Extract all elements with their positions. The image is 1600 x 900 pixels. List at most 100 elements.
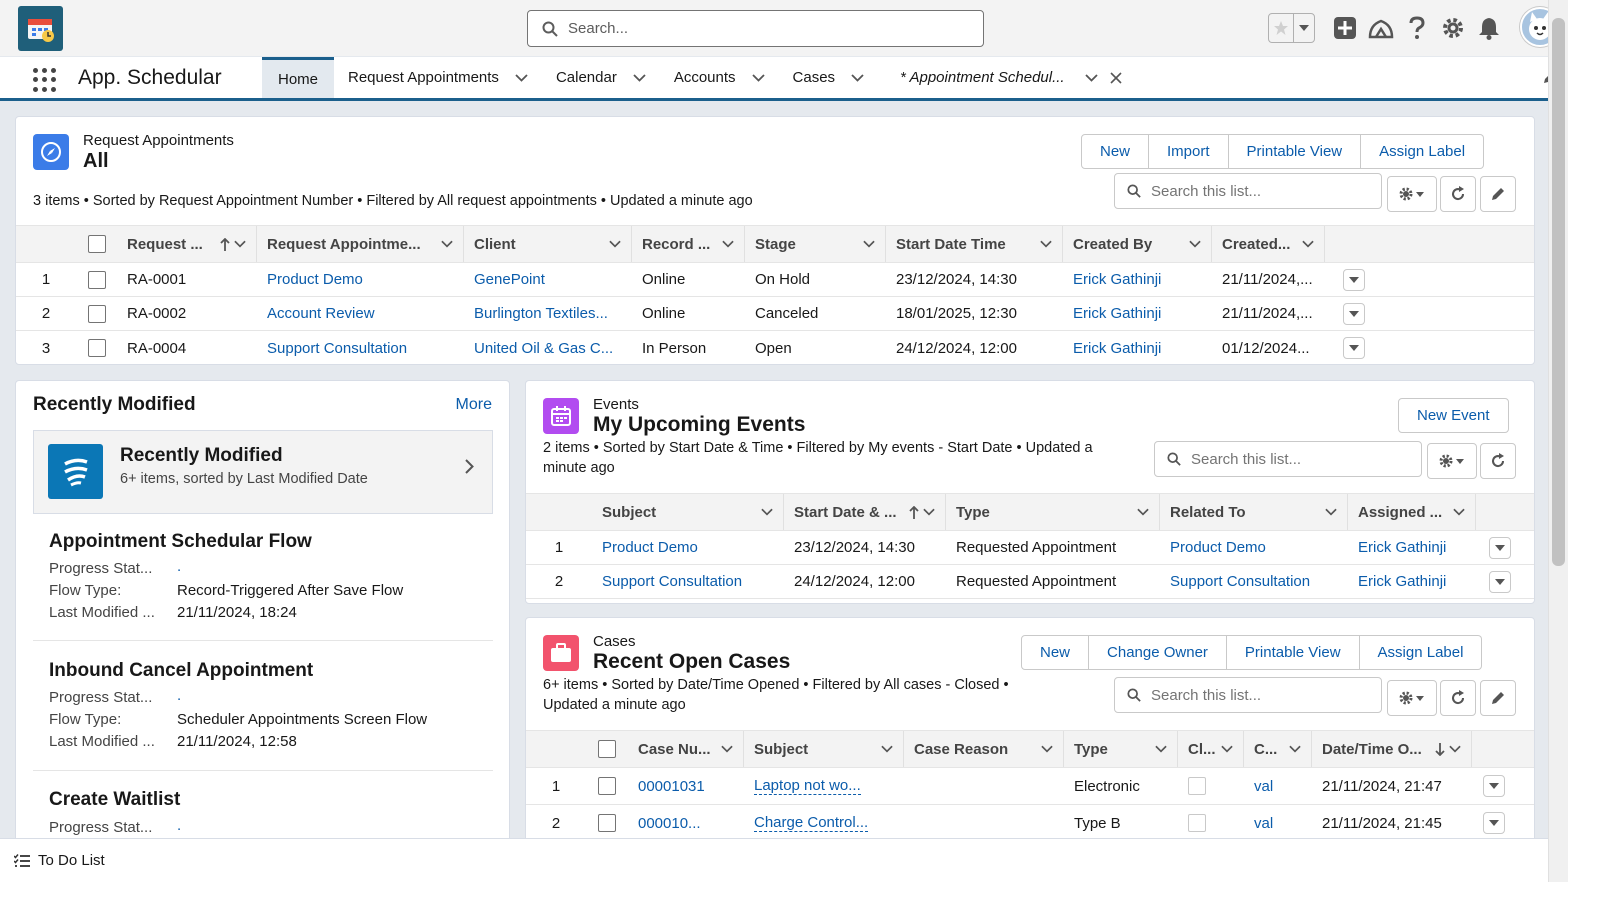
case-subject-link[interactable]: Laptop not wo... (754, 777, 861, 795)
tab-cases[interactable]: Cases (779, 57, 879, 98)
printable-view-button[interactable]: Printable View (1226, 635, 1360, 670)
client-link[interactable]: United Oil & Gas C... (464, 331, 632, 365)
row-actions-button[interactable] (1489, 570, 1511, 593)
global-search-input[interactable]: Search... (527, 10, 984, 47)
item-title[interactable]: Inbound Cancel Appointment (49, 660, 313, 682)
chevron-down-icon[interactable] (1137, 508, 1149, 516)
cases-refresh-button[interactable] (1440, 680, 1476, 716)
column-header[interactable]: C... (1244, 731, 1312, 767)
chevron-down-icon[interactable] (751, 73, 765, 82)
import-button[interactable]: Import (1149, 134, 1229, 169)
favorites-dropdown-icon[interactable] (1294, 14, 1314, 42)
chevron-right-icon[interactable] (465, 459, 474, 474)
column-header[interactable]: Case Reason (904, 731, 1064, 767)
refresh-button[interactable] (1440, 176, 1476, 212)
case-c-link[interactable]: val (1244, 768, 1312, 804)
star-icon[interactable] (1269, 14, 1295, 42)
assigned-to-link[interactable]: Erick Gathinji (1348, 565, 1476, 598)
row-actions-button[interactable] (1489, 536, 1511, 559)
chevron-down-icon[interactable] (1221, 745, 1233, 753)
row-actions-button[interactable] (1343, 337, 1365, 359)
cases-search-input[interactable]: Search this list... (1114, 677, 1382, 713)
chevron-down-icon[interactable] (721, 745, 733, 753)
row-actions-button[interactable] (1343, 302, 1365, 325)
event-subject-link[interactable]: Support Consultation (592, 565, 784, 598)
column-header[interactable]: Subject (744, 731, 904, 767)
add-icon[interactable] (1327, 12, 1363, 44)
chevron-down-icon[interactable] (1084, 73, 1098, 82)
row-checkbox[interactable] (598, 814, 616, 832)
created-by-link[interactable]: Erick Gathinji (1063, 331, 1212, 365)
chevron-down-icon[interactable] (609, 240, 621, 248)
chevron-down-icon[interactable] (761, 508, 773, 516)
column-header[interactable]: Cl... (1178, 731, 1244, 767)
row-checkbox[interactable] (87, 339, 106, 357)
event-subject-link[interactable]: Product Demo (592, 531, 784, 564)
chevron-down-icon[interactable] (1040, 240, 1052, 248)
column-header[interactable]: Assigned ... (1348, 494, 1476, 530)
item-title[interactable]: Appointment Schedular Flow (49, 531, 312, 553)
case-number-link[interactable]: 000010... (628, 805, 744, 841)
column-header[interactable]: Case Nu... (628, 731, 744, 767)
help-icon[interactable] (1399, 12, 1435, 44)
chevron-down-icon[interactable] (1289, 745, 1301, 753)
new-button[interactable]: New (1081, 134, 1150, 169)
tab-appointment-schedular-flow[interactable]: * Appointment Schedul... (878, 57, 1136, 98)
column-header[interactable]: Type (1064, 731, 1178, 767)
request-name-link[interactable]: Product Demo (257, 263, 464, 296)
chevron-down-icon[interactable] (851, 73, 864, 82)
row-actions-button[interactable] (1483, 775, 1505, 797)
column-header[interactable]: Date/Time O... (1312, 731, 1472, 767)
tab-request-appointments[interactable]: Request Appointments (334, 57, 542, 98)
item-title[interactable]: Create Waitlist (49, 789, 180, 811)
column-header[interactable]: Start Date & ... (784, 494, 946, 530)
column-header[interactable]: Client (464, 226, 632, 262)
chevron-down-icon[interactable] (1155, 745, 1167, 753)
column-header[interactable]: Related To (1160, 494, 1348, 530)
trailhead-icon[interactable] (1363, 12, 1399, 44)
close-icon[interactable] (1110, 71, 1122, 84)
chevron-down-icon[interactable] (1453, 508, 1465, 516)
change-owner-button[interactable]: Change Owner (1089, 635, 1227, 670)
case-number-link[interactable]: 00001031 (628, 768, 744, 804)
new-event-button[interactable]: New Event (1398, 398, 1509, 433)
bell-icon[interactable] (1471, 12, 1507, 44)
tab-accounts[interactable]: Accounts (660, 57, 779, 98)
column-header[interactable]: Stage (745, 226, 886, 262)
recently-modified-banner[interactable]: Recently Modified 6+ items, sorted by La… (33, 430, 493, 514)
events-refresh-button[interactable] (1480, 443, 1516, 479)
list-view-name[interactable]: All (83, 150, 109, 173)
column-header[interactable]: Created... (1212, 226, 1325, 262)
related-to-link[interactable]: Product Demo (1160, 531, 1348, 564)
client-link[interactable]: Burlington Textiles... (464, 297, 632, 330)
column-header[interactable]: Subject (592, 494, 784, 530)
chevron-down-icon[interactable] (1189, 240, 1201, 248)
events-search-input[interactable]: Search this list... (1154, 441, 1422, 477)
list-search-input[interactable]: Search this list... (1114, 173, 1382, 209)
request-name-link[interactable]: Account Review (257, 297, 464, 330)
chevron-down-icon[interactable] (863, 240, 875, 248)
page-scrollbar[interactable] (1548, 0, 1568, 882)
related-to-link[interactable]: Support Consultation (1160, 565, 1348, 598)
inline-edit-button[interactable] (1480, 176, 1516, 212)
tab-calendar[interactable]: Calendar (542, 57, 660, 98)
assign-label-button[interactable]: Assign Label (1359, 635, 1483, 670)
column-header[interactable]: Created By (1063, 226, 1212, 262)
assign-label-button[interactable]: Assign Label (1361, 134, 1485, 169)
new-case-button[interactable]: New (1021, 635, 1090, 670)
row-actions-button[interactable] (1483, 812, 1505, 834)
client-link[interactable]: GenePoint (464, 263, 632, 296)
column-header[interactable]: Start Date Time (886, 226, 1063, 262)
case-c-link[interactable]: val (1244, 805, 1312, 841)
printable-view-button[interactable]: Printable View (1228, 134, 1362, 169)
select-all-checkbox[interactable] (598, 740, 616, 758)
more-link[interactable]: More (456, 396, 492, 414)
cases-inline-edit-button[interactable] (1480, 680, 1516, 716)
case-subject-link[interactable]: Charge Control... (754, 814, 869, 832)
cases-title[interactable]: Recent Open Cases (593, 650, 790, 674)
row-checkbox[interactable] (87, 270, 106, 289)
events-title[interactable]: My Upcoming Events (593, 413, 805, 437)
cases-settings-button[interactable] (1387, 680, 1437, 716)
assigned-to-link[interactable]: Erick Gathinji (1348, 531, 1476, 564)
request-name-link[interactable]: Support Consultation (257, 331, 464, 365)
